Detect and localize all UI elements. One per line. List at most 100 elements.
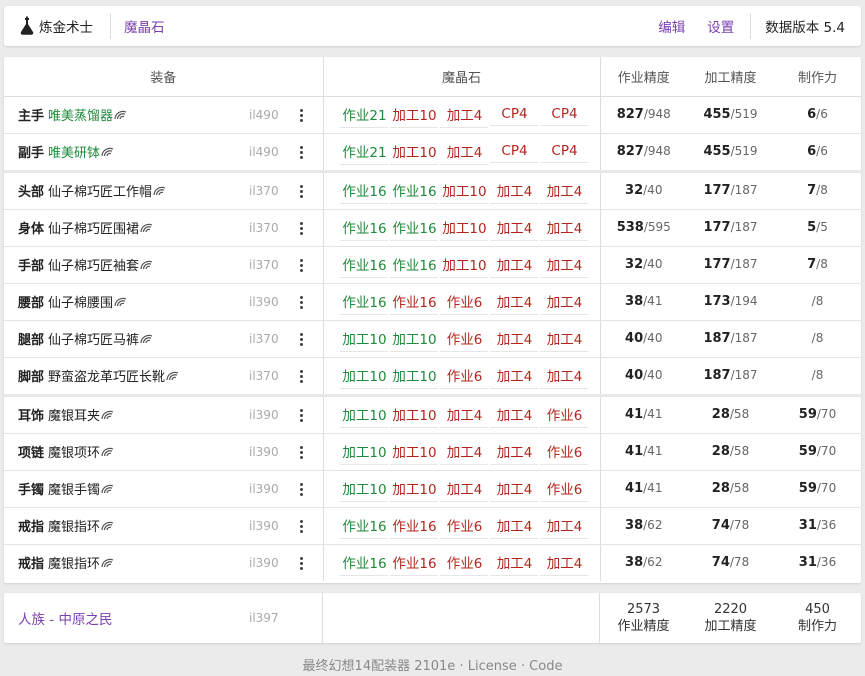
gear-cell[interactable]: 戒指 魔银指环 il390 [4,507,324,545]
materia-slot[interactable]: 加工10 [389,441,440,465]
gear-name[interactable]: 魔银项环 [48,442,100,461]
materia-slot[interactable]: 加工4 [539,552,590,577]
gear-cell[interactable]: 脚部 野蛮盗龙革巧匠长靴 il370 [4,357,324,396]
materia-slot[interactable]: 加工4 [489,254,540,278]
materia-slot[interactable]: 作业16 [339,254,390,278]
gear-name[interactable]: 魔银耳夹 [48,405,100,424]
materia-slot[interactable]: 作业6 [439,552,490,577]
gear-name[interactable]: 野蛮盗龙革巧匠长靴 [48,366,165,385]
materia-slot[interactable]: 加工4 [439,141,490,165]
materia-slot[interactable]: 加工4 [439,104,490,128]
materia-slot[interactable]: 加工4 [539,217,590,241]
materia-slot[interactable]: 作业16 [389,180,440,204]
materia-slot[interactable]: CP4 [489,106,540,126]
materia-slot[interactable]: 加工4 [439,478,490,502]
materia-slot[interactable]: 作业16 [339,217,390,241]
code-link[interactable]: Code [529,659,562,674]
kebab-menu-icon[interactable] [297,519,305,533]
kebab-menu-icon[interactable] [297,445,305,459]
gear-name[interactable]: 仙子棉腰围 [48,292,113,311]
gear-cell[interactable]: 身体 仙子棉巧匠围裙 il370 [4,209,324,247]
kebab-menu-icon[interactable] [297,295,305,309]
gear-cell[interactable]: 项链 魔银项环 il390 [4,433,324,471]
gear-name[interactable]: 仙子棉巧匠袖套 [48,255,139,274]
materia-slot[interactable]: 加工4 [539,328,590,352]
kebab-menu-icon[interactable] [297,258,305,272]
license-link[interactable]: License [468,659,517,674]
materia-slot[interactable]: 作业16 [389,217,440,241]
materia-slot[interactable]: 加工10 [389,404,440,428]
materia-slot[interactable]: 作业21 [339,141,390,165]
kebab-menu-icon[interactable] [297,145,305,159]
materia-slot[interactable]: 作业16 [339,552,390,577]
materia-slot[interactable]: 加工4 [489,365,540,389]
materia-slot[interactable]: 作业6 [539,478,590,502]
materia-slot[interactable]: 作业6 [439,328,490,352]
materia-slot[interactable]: 加工10 [339,478,390,502]
materia-slot[interactable]: 加工4 [489,552,540,577]
materia-slot[interactable]: 作业16 [339,515,390,539]
kebab-menu-icon[interactable] [297,221,305,235]
materia-slot[interactable]: 加工4 [489,291,540,315]
gear-cell[interactable]: 副手 唯美研钵 il490 [4,133,324,172]
materia-slot[interactable]: 作业16 [389,515,440,539]
materia-slot[interactable]: 加工4 [489,441,540,465]
kebab-menu-icon[interactable] [297,184,305,198]
materia-slot[interactable]: 加工4 [489,180,540,204]
materia-slot[interactable]: 加工10 [339,328,390,352]
gear-cell[interactable]: 戒指 魔银指环 il390 [4,544,324,581]
materia-slot[interactable]: 加工10 [389,141,440,165]
materia-slot[interactable]: CP4 [539,106,590,126]
gear-name[interactable]: 仙子棉巧匠工作帽 [48,181,152,200]
materia-slot[interactable]: 作业16 [389,254,440,278]
materia-slot[interactable]: 加工10 [389,104,440,128]
materia-slot[interactable]: 加工4 [539,515,590,539]
materia-slot[interactable]: 加工4 [439,441,490,465]
gear-cell[interactable]: 腿部 仙子棉巧匠马裤 il370 [4,320,324,358]
kebab-menu-icon[interactable] [297,108,305,122]
materia-slot[interactable]: 作业6 [439,515,490,539]
materia-slot[interactable]: 作业6 [539,441,590,465]
materia-slot[interactable]: 加工10 [339,365,390,389]
gear-cell[interactable]: 耳饰 魔银耳夹 il390 [4,393,324,434]
materia-slot[interactable]: 加工4 [539,254,590,278]
materia-slot[interactable]: 加工4 [489,217,540,241]
gear-name[interactable]: 魔银手镯 [48,479,100,498]
materia-slot[interactable]: 加工4 [489,328,540,352]
materia-slot[interactable]: 加工10 [439,254,490,278]
materia-slot[interactable]: CP4 [489,143,540,163]
materia-slot[interactable]: 加工10 [339,404,390,428]
gear-cell[interactable]: 主手 唯美蒸馏器 il490 [4,96,324,134]
gear-cell[interactable]: 手镯 魔银手镯 il390 [4,470,324,508]
gear-cell[interactable]: 腰部 仙子棉腰围 il390 [4,283,324,321]
materia-slot[interactable]: 作业16 [389,291,440,315]
materia-slot[interactable]: 加工10 [339,441,390,465]
gear-name[interactable]: 仙子棉巧匠马裤 [48,329,139,348]
kebab-menu-icon[interactable] [297,369,305,383]
gear-name[interactable]: 魔银指环 [48,516,100,535]
materia-slot[interactable]: CP4 [539,143,590,163]
materia-slot[interactable]: 作业16 [339,291,390,315]
materia-slot[interactable]: 作业6 [439,365,490,389]
brand[interactable]: 炼金术士 [4,6,93,46]
materia-slot[interactable]: 加工10 [389,365,440,389]
materia-slot[interactable]: 加工4 [539,365,590,389]
materia-slot[interactable]: 作业16 [339,180,390,204]
gear-cell[interactable]: 头部 仙子棉巧匠工作帽 il370 [4,169,324,210]
materia-slot[interactable]: 作业6 [439,291,490,315]
materia-slot[interactable]: 加工10 [439,180,490,204]
kebab-menu-icon[interactable] [297,556,305,570]
gear-name[interactable]: 唯美蒸馏器 [48,105,113,124]
materia-slot[interactable]: 加工4 [489,404,540,428]
gear-name[interactable]: 魔银指环 [48,553,100,572]
race-name[interactable]: 人族 - 中原之民 [18,608,112,628]
materia-slot[interactable]: 加工4 [539,180,590,204]
materia-slot[interactable]: 加工10 [439,217,490,241]
materia-slot[interactable]: 加工4 [489,478,540,502]
kebab-menu-icon[interactable] [297,482,305,496]
edit-link[interactable]: 编辑 [658,16,685,36]
gear-name[interactable]: 唯美研钵 [48,142,100,161]
kebab-menu-icon[interactable] [297,332,305,346]
materia-slot[interactable]: 作业16 [389,552,440,577]
breadcrumb-materia[interactable]: 魔晶石 [124,16,165,36]
